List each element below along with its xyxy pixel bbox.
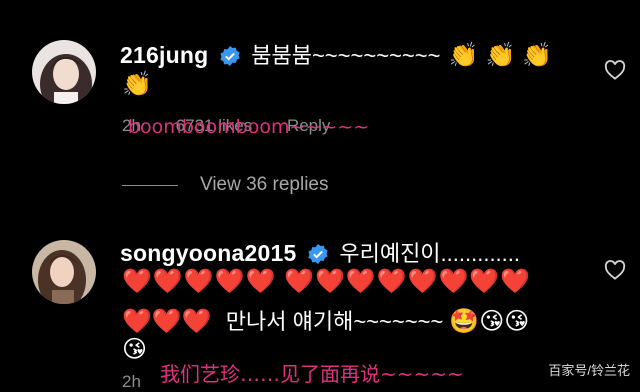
divider-line <box>122 184 178 186</box>
username[interactable]: songyoona2015 <box>120 240 296 266</box>
verified-badge-icon <box>219 45 241 72</box>
hearts-short: ❤️❤️❤️ <box>122 308 212 335</box>
like-heart-icon[interactable] <box>604 60 626 80</box>
translation-overlay: 我们艺珍……见了面再说~~~~~ <box>160 362 464 386</box>
face-emojis: 🤩😘😘 <box>449 308 530 335</box>
comment-time: 2h <box>122 372 141 391</box>
view-replies-label: View 36 replies <box>200 174 329 195</box>
watermark: 百家号/铃兰花 <box>548 363 630 378</box>
verified-badge-icon <box>307 243 329 270</box>
avatar[interactable] <box>32 240 96 304</box>
translation-overlay: boomboomboom~~~~~ <box>128 116 370 138</box>
like-heart-icon[interactable] <box>604 260 626 280</box>
view-replies-button[interactable]: View 36 replies <box>122 174 329 196</box>
username[interactable]: 216jung <box>120 42 208 68</box>
comment-text-2: 만나서 얘기해~~~~~~~ <box>225 309 444 334</box>
comment-text: 붐붐붐~~~~~~~~~~ <box>251 43 441 68</box>
comment-text: 우리예진이............. <box>339 241 521 266</box>
comment-line-3: ❤️❤️❤️ 만나서 얘기해~~~~~~~ 🤩😘😘 <box>122 304 529 336</box>
clap-emoji-line2: 👏 <box>122 71 152 98</box>
hearts-line: ❤️❤️❤️❤️❤️ ❤️❤️❤️❤️❤️❤️❤️❤️ <box>122 268 532 295</box>
avatar[interactable] <box>32 40 96 104</box>
clap-emojis: 👏 👏 👏 <box>448 42 552 69</box>
comment-line-1: 216jung 붐붐붐~~~~~~~~~~ 👏 👏 👏 <box>120 38 552 72</box>
kiss-emoji: 😘 <box>122 336 149 363</box>
comment-line-1: songyoona2015 우리예진이............. <box>120 236 520 270</box>
